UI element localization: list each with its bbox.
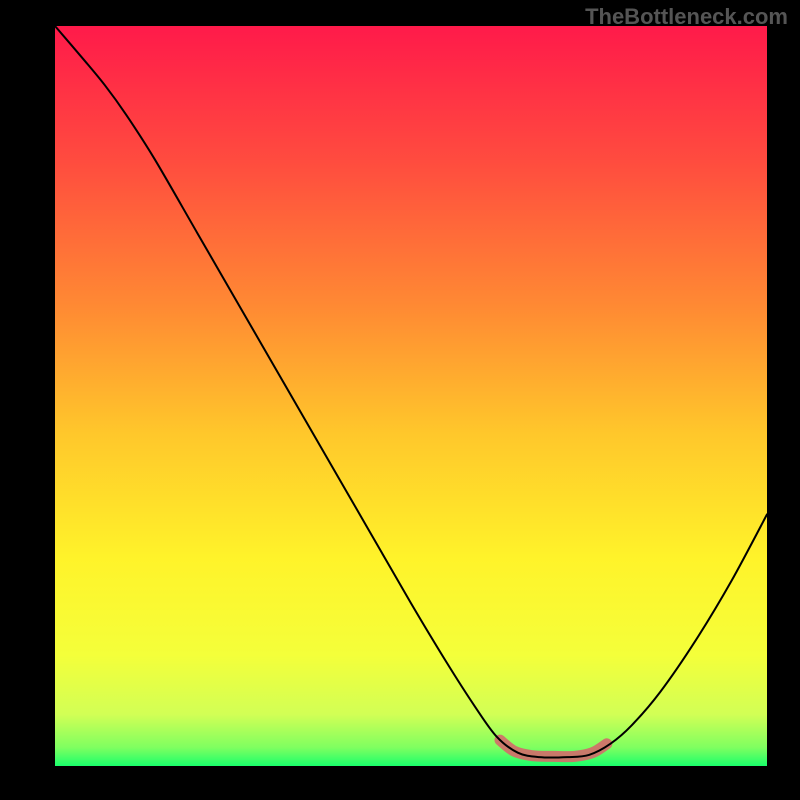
chart-svg [0, 0, 800, 800]
chart-container: TheBottleneck.com [0, 0, 800, 800]
plot-background [55, 26, 767, 766]
watermark-text: TheBottleneck.com [585, 4, 788, 30]
